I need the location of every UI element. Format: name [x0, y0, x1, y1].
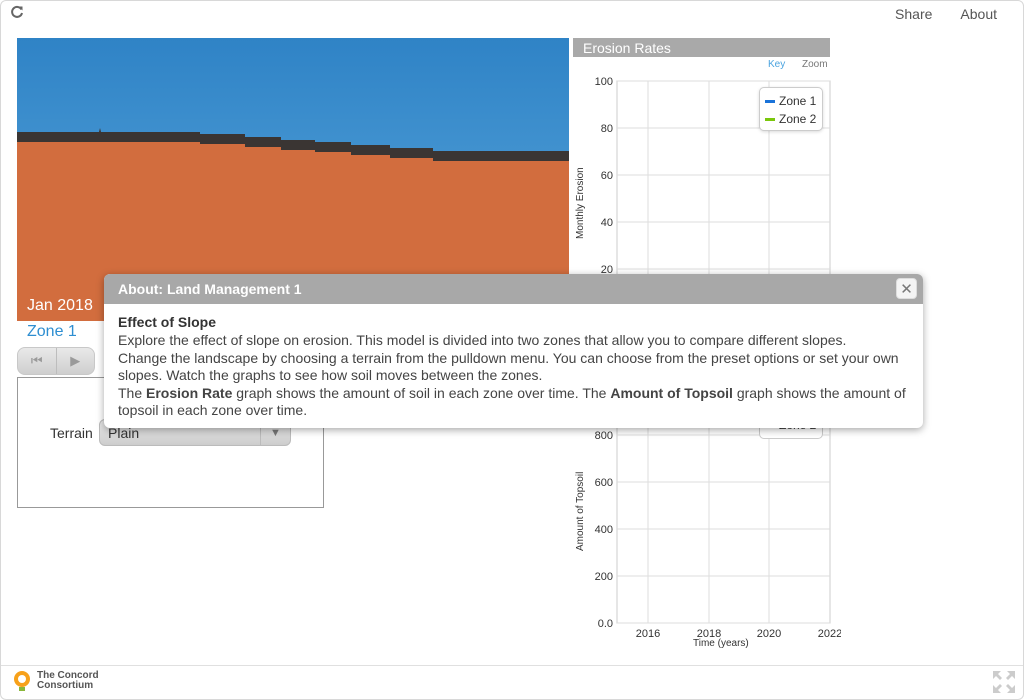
erosion-y-tick: 60 [601, 170, 613, 182]
erosion-legend: Zone 1 Zone 2 [759, 87, 823, 131]
zone-label: Zone 1 [27, 323, 77, 340]
legend-zone1: Zone 1 [779, 94, 817, 108]
p3-bold-topsoil: Amount of Topsoil [610, 385, 733, 401]
dialog-body: Effect of Slope Explore the effect of sl… [104, 304, 923, 428]
dialog-paragraph-1: Explore the effect of slope on erosion. … [118, 332, 847, 348]
topsoil-y-tick: 800 [595, 430, 613, 442]
share-link[interactable]: Share [895, 6, 932, 22]
play-icon: ▶ [70, 353, 81, 368]
erosion-y-tick: 40 [601, 217, 613, 229]
reload-icon[interactable] [10, 5, 26, 21]
topsoil-y-label: Amount of Topsoil [575, 471, 586, 551]
p3-text-c: graph shows the amount of soil in each z… [232, 385, 611, 401]
topsoil-x-label: Time (years) [693, 638, 749, 649]
legend-row-zone1: Zone 1 [765, 92, 817, 110]
p3-text-a: The [118, 385, 147, 401]
date-label: Jan 2018 [27, 297, 93, 314]
topsoil-y-tick: 0.0 [598, 618, 613, 630]
bulb-icon [14, 671, 30, 691]
fullscreen-icon[interactable] [991, 669, 1017, 695]
topsoil-graph[interactable]: 8006004002000.02016 2018 2020 2022 [571, 411, 841, 651]
topsoil-plot-area [616, 411, 831, 624]
topsoil-y-tick: 600 [595, 477, 613, 489]
skip-back-icon: ⏮ [30, 353, 43, 368]
terrain-label: Terrain [50, 425, 93, 441]
dialog-paragraph-3: The Erosion Rate graph shows the amount … [118, 385, 909, 419]
p3-bold-erosion: Erosion Rate [146, 385, 233, 401]
topsoil-x-tick: 2022 [818, 628, 841, 640]
about-dialog: About: Land Management 1 ✕ Effect of Slo… [104, 274, 923, 428]
concord-logo[interactable]: The Concord Consortium [11, 669, 99, 693]
logo-text: The Concord Consortium [37, 671, 99, 691]
dialog-paragraph-2: Change the landscape by choosing a terra… [118, 350, 899, 383]
graph-links: Key Zoom [768, 59, 828, 70]
zone1-swatch [765, 99, 775, 103]
erosion-graph-title: Erosion Rates [573, 38, 830, 57]
zoom-link[interactable]: Zoom [802, 59, 828, 70]
erosion-y-tick: 80 [601, 123, 613, 135]
topsoil-x-tick: 2016 [636, 628, 660, 640]
erosion-y-label: Monthly Erosion [575, 167, 586, 239]
topsoil-y-tick: 200 [595, 571, 613, 583]
key-link[interactable]: Key [768, 59, 785, 70]
topsoil-x-tick: 2020 [757, 628, 781, 640]
close-icon[interactable]: ✕ [896, 278, 917, 299]
about-link[interactable]: About [960, 6, 997, 22]
top-nav: Share About [895, 6, 997, 22]
logo-line-2: Consortium [37, 680, 94, 691]
reset-button[interactable]: ⏮ [18, 348, 56, 374]
dialog-title: About: Land Management 1 [118, 281, 302, 297]
play-button[interactable]: ▶ [55, 348, 95, 374]
dialog-heading: Effect of Slope [118, 314, 217, 330]
topsoil-y-tick: 400 [595, 524, 613, 536]
erosion-y-tick: 100 [595, 76, 613, 88]
legend-row-zone2: Zone 2 [765, 110, 817, 128]
playback-controls: ⏮ ▶ [17, 347, 95, 375]
legend-zone2: Zone 2 [779, 112, 817, 126]
footer [1, 665, 1023, 699]
dialog-header: About: Land Management 1 ✕ [104, 274, 923, 304]
zone2-swatch [765, 117, 775, 121]
app-frame: Share About Jan 2018 Zone 1 ⏮ ▶ Terrain … [0, 0, 1024, 700]
